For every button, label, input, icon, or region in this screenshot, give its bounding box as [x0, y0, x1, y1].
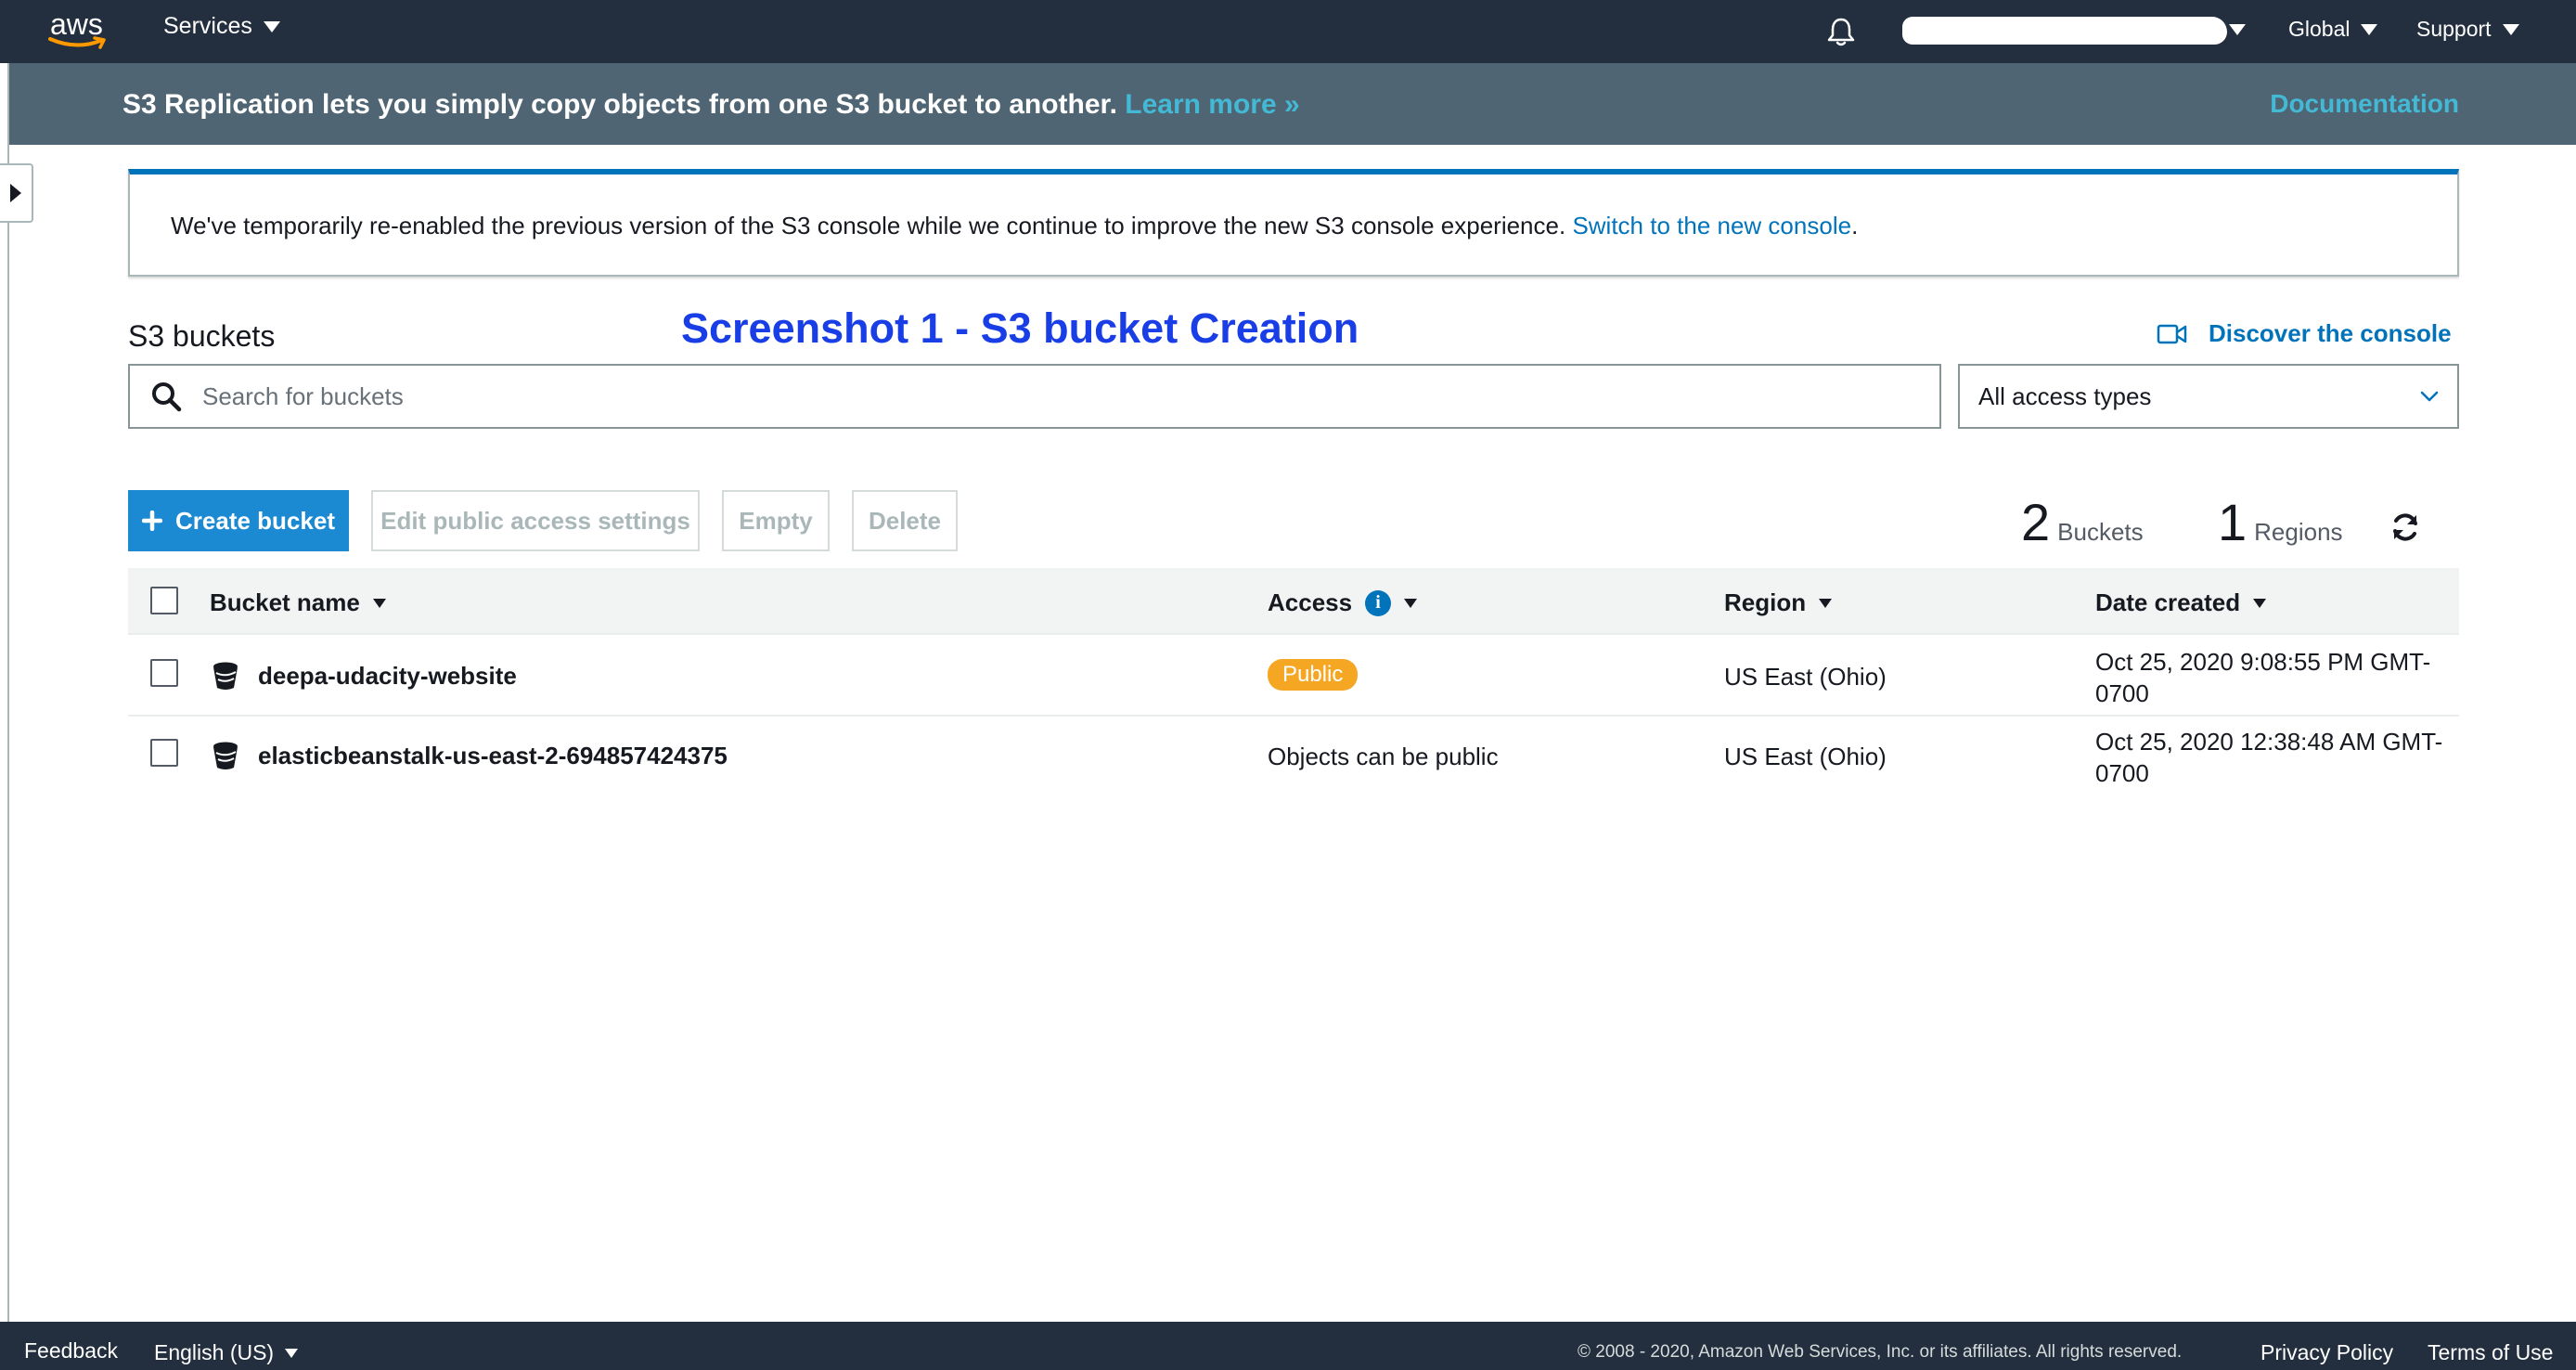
region-cell: US East (Ohio): [1724, 743, 1887, 770]
services-menu[interactable]: Services: [163, 13, 280, 40]
column-region[interactable]: Region: [1724, 588, 1833, 617]
table-row[interactable]: deepa-udacity-website Public US East (Oh…: [128, 637, 2459, 717]
chevron-down-icon: [2502, 23, 2519, 35]
column-date-created[interactable]: Date created: [2095, 588, 2267, 617]
aws-logo[interactable]: aws: [48, 7, 113, 54]
table-row[interactable]: elasticbeanstalk-us-east-2-694857424375 …: [128, 717, 2459, 796]
refresh-icon[interactable]: [2389, 511, 2422, 544]
empty-button[interactable]: Empty: [722, 490, 830, 551]
switch-console-link[interactable]: Switch to the new console: [1572, 212, 1851, 239]
notice-trailing: .: [1851, 212, 1859, 239]
delete-button[interactable]: Delete: [852, 490, 958, 551]
terms-of-use-link[interactable]: Terms of Use: [2428, 1340, 2553, 1365]
delete-label: Delete: [868, 506, 942, 535]
language-label: English (US): [154, 1340, 275, 1364]
search-input[interactable]: [202, 381, 1873, 411]
support-label: Support: [2416, 17, 2492, 41]
select-all-checkbox[interactable]: [150, 587, 178, 614]
column-bucket-name[interactable]: Bucket name: [210, 588, 386, 617]
footer-bar: Feedback English (US) © 2008 - 2020, Ama…: [0, 1322, 2576, 1370]
row-checkbox[interactable]: [150, 739, 178, 767]
left-navigation-rail: [0, 63, 9, 1322]
banner-text: S3 Replication lets you simply copy obje…: [122, 89, 1117, 120]
bucket-name-link[interactable]: elasticbeanstalk-us-east-2-694857424375: [212, 741, 728, 770]
access-cell: Objects can be public: [1268, 743, 1499, 770]
search-icon: [152, 382, 182, 412]
date-line1: Oct 25, 2020 9:08:55 PM GMT-: [2095, 648, 2431, 676]
access-type-filter[interactable]: All access types: [1958, 364, 2459, 429]
date-cell: Oct 25, 2020 12:38:48 AM GMT- 0700: [2095, 726, 2442, 789]
create-bucket-label: Create bucket: [175, 506, 335, 535]
learn-more-link[interactable]: Learn more »: [1125, 89, 1299, 120]
create-bucket-button[interactable]: Create bucket: [128, 490, 349, 551]
video-camera-icon: [2157, 324, 2187, 343]
date-line2: 0700: [2095, 759, 2149, 787]
notice-message: We've temporarily re-enabled the previou…: [171, 212, 1858, 240]
public-badge: Public: [1268, 659, 1359, 691]
column-region-label: Region: [1724, 588, 1807, 616]
sort-caret-icon: [372, 598, 386, 608]
date-line2: 0700: [2095, 679, 2149, 707]
feedback-link[interactable]: Feedback: [24, 1338, 118, 1364]
bucket-count-label: Buckets: [2057, 518, 2144, 546]
discover-label: Discover the console: [2209, 319, 2452, 347]
sort-caret-icon: [1404, 598, 1418, 608]
documentation-link[interactable]: Documentation: [2270, 89, 2459, 119]
column-access-label: Access: [1268, 588, 1353, 616]
bucket-name-link[interactable]: deepa-udacity-website: [212, 661, 517, 691]
date-cell: Oct 25, 2020 9:08:55 PM GMT- 0700: [2095, 646, 2430, 709]
language-selector[interactable]: English (US): [154, 1340, 299, 1365]
region-label: Global: [2288, 17, 2351, 41]
chevron-down-icon: [263, 20, 280, 32]
bucket-count: 2 Buckets: [2021, 492, 2144, 552]
access-cell: Public: [1268, 659, 1359, 691]
bucket-table-header: Bucket name Access i Region Date created: [128, 568, 2459, 635]
caret-right-icon: [10, 184, 21, 202]
bell-icon[interactable]: [1824, 15, 1858, 48]
chevron-down-icon: [285, 1348, 299, 1358]
bucket-name-text: elasticbeanstalk-us-east-2-694857424375: [258, 741, 728, 769]
discover-console-link[interactable]: Discover the console: [2157, 319, 2452, 348]
sort-caret-icon: [2253, 598, 2267, 608]
edit-public-access-button[interactable]: Edit public access settings: [371, 490, 700, 551]
region-menu[interactable]: Global: [2288, 17, 2378, 42]
column-date-label: Date created: [2095, 588, 2241, 616]
search-box: [128, 364, 1941, 429]
plus-icon: [142, 511, 163, 531]
bucket-icon: [213, 662, 238, 690]
bucket-count-number: 2: [2021, 493, 2051, 551]
account-name-redacted[interactable]: [1902, 17, 2227, 45]
privacy-policy-link[interactable]: Privacy Policy: [2260, 1340, 2393, 1365]
banner-message: S3 Replication lets you simply copy obje…: [122, 89, 1300, 121]
screenshot-annotation: Screenshot 1 - S3 bucket Creation: [681, 304, 1359, 352]
region-count-number: 1: [2218, 493, 2248, 551]
region-count-label: Regions: [2254, 518, 2343, 546]
console-version-notice: We've temporarily re-enabled the previou…: [128, 169, 2459, 277]
info-icon[interactable]: i: [1365, 589, 1392, 616]
region-count: 1 Regions: [2218, 492, 2343, 552]
sort-caret-icon: [1819, 598, 1833, 608]
bucket-icon: [213, 742, 238, 769]
column-access[interactable]: Access i: [1268, 588, 1418, 617]
services-label: Services: [163, 13, 252, 39]
expand-navigation-button[interactable]: [0, 163, 33, 223]
bucket-name-text: deepa-udacity-website: [258, 661, 517, 690]
access-filter-value: All access types: [1978, 381, 2152, 410]
empty-label: Empty: [739, 506, 813, 535]
account-chevron-down-icon[interactable]: [2229, 24, 2246, 35]
support-menu[interactable]: Support: [2416, 17, 2519, 42]
row-checkbox[interactable]: [150, 659, 178, 687]
edit-public-access-label: Edit public access settings: [380, 506, 690, 535]
region-cell: US East (Ohio): [1724, 663, 1887, 691]
replication-banner: S3 Replication lets you simply copy obje…: [9, 63, 2576, 145]
chevron-down-icon: [2361, 23, 2378, 35]
column-bucket-name-label: Bucket name: [210, 588, 360, 616]
top-navigation-bar: aws Services Global Support: [0, 0, 2576, 63]
aws-smile-icon: [48, 36, 106, 49]
page-title: S3 buckets: [128, 319, 276, 353]
notice-text: We've temporarily re-enabled the previou…: [171, 212, 1566, 239]
date-line1: Oct 25, 2020 12:38:48 AM GMT-: [2095, 728, 2443, 756]
chevron-down-icon: [2420, 391, 2439, 402]
copyright-text: © 2008 - 2020, Amazon Web Services, Inc.…: [1578, 1342, 2183, 1362]
